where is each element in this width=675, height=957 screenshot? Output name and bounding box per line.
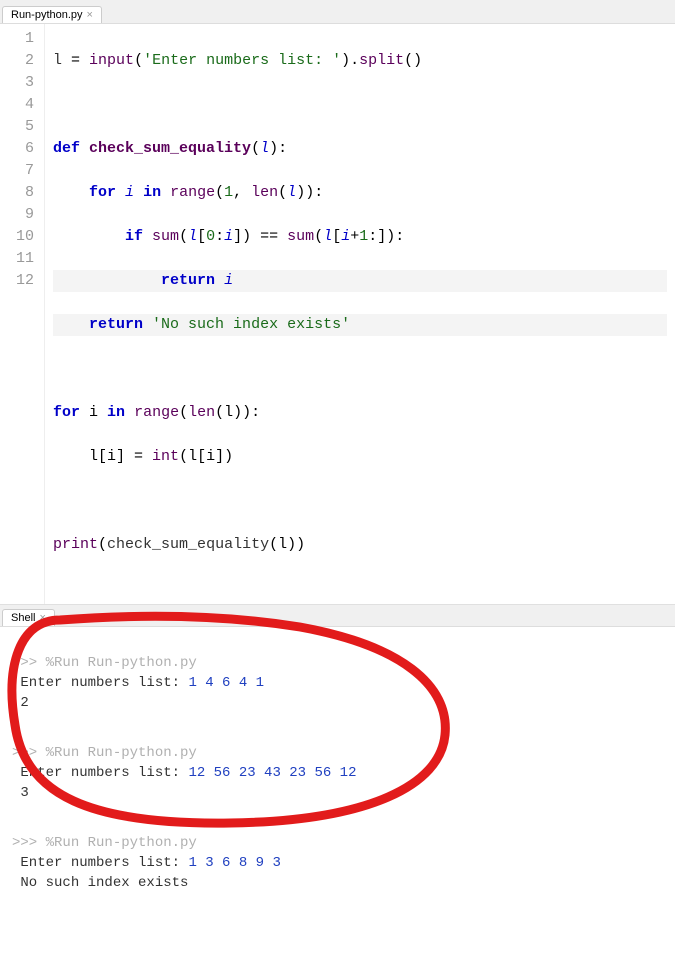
line-number: 1 — [16, 28, 34, 50]
line-number: 12 — [16, 270, 34, 292]
line-gutter: 1 2 3 4 5 6 7 8 9 10 11 12 — [0, 24, 45, 604]
shell-prompt: >>> — [12, 835, 46, 851]
shell-result: No such index exists — [20, 875, 188, 891]
line-number: 8 — [16, 182, 34, 204]
line-number: 4 — [16, 94, 34, 116]
shell-input-prompt: Enter numbers list: — [20, 765, 188, 781]
code-editor[interactable]: 1 2 3 4 5 6 7 8 9 10 11 12 l = input('En… — [0, 24, 675, 605]
close-icon[interactable]: × — [87, 9, 93, 21]
editor-tab-filename: Run-python.py — [11, 9, 83, 21]
shell-user-input: 1 4 6 4 1 — [188, 675, 264, 691]
shell-prompt: >>> — [12, 655, 46, 671]
shell-command: %Run Run-python.py — [46, 835, 197, 851]
line-number: 5 — [16, 116, 34, 138]
shell-command: %Run Run-python.py — [46, 655, 197, 671]
shell-result: 2 — [20, 695, 28, 711]
shell-user-input: 1 3 6 8 9 3 — [188, 855, 280, 871]
shell-output[interactable]: >>> %Run Run-python.py Enter numbers lis… — [0, 627, 675, 949]
shell-tab-label: Shell — [11, 612, 35, 624]
shell-tab-bar: Shell × — [0, 605, 675, 627]
shell-command: %Run Run-python.py — [46, 745, 197, 761]
line-number: 2 — [16, 50, 34, 72]
editor-tab[interactable]: Run-python.py × — [2, 6, 102, 23]
line-number: 10 — [16, 226, 34, 248]
line-number: 9 — [16, 204, 34, 226]
shell-input-prompt: Enter numbers list: — [20, 855, 188, 871]
shell-result: 3 — [20, 785, 28, 801]
shell-tab[interactable]: Shell × — [2, 609, 55, 626]
line-number: 7 — [16, 160, 34, 182]
shell-panel: Shell × >>> %Run Run-python.py Enter num… — [0, 605, 675, 957]
line-number: 3 — [16, 72, 34, 94]
line-number: 6 — [16, 138, 34, 160]
close-icon[interactable]: × — [39, 612, 45, 624]
line-number: 11 — [16, 248, 34, 270]
shell-input-prompt: Enter numbers list: — [20, 675, 188, 691]
editor-tab-bar: Run-python.py × — [0, 0, 675, 24]
shell-user-input: 12 56 23 43 23 56 12 — [188, 765, 356, 781]
code-area[interactable]: l = input('Enter numbers list: ').split(… — [45, 24, 675, 604]
shell-prompt: >>> — [12, 745, 46, 761]
